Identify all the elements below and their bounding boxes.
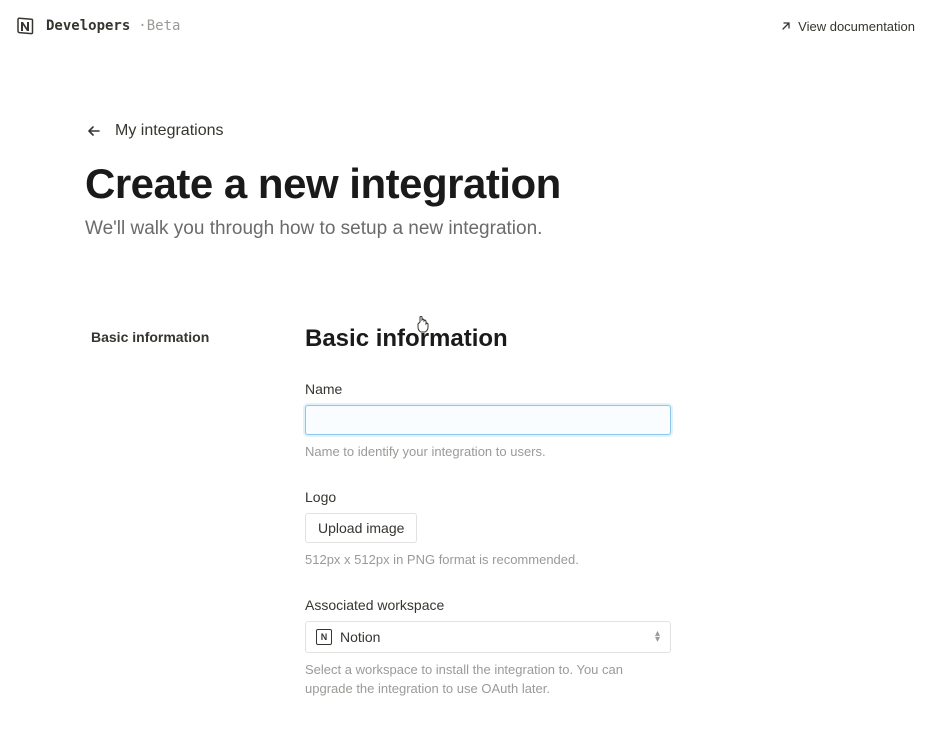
name-field-group: Name Name to identify your integration t…: [305, 381, 705, 461]
arrow-left-icon: [85, 122, 103, 140]
back-link[interactable]: My integrations: [85, 122, 844, 140]
name-help: Name to identify your integration to use…: [305, 443, 665, 461]
view-documentation-link[interactable]: View documentation: [780, 19, 915, 34]
name-input[interactable]: [305, 405, 671, 435]
view-docs-label: View documentation: [798, 19, 915, 34]
top-header: Developers ·Beta View documentation: [0, 0, 929, 52]
developers-label: Developers: [46, 18, 130, 34]
notion-logo-icon: [14, 14, 38, 38]
external-link-icon: [780, 20, 792, 32]
page-subtitle: We'll walk you through how to setup a ne…: [85, 218, 844, 240]
back-link-label: My integrations: [115, 122, 224, 140]
notion-workspace-icon: N: [316, 629, 332, 645]
upload-image-button[interactable]: Upload image: [305, 513, 417, 543]
section-title: Basic information: [305, 325, 705, 353]
logo-field-group: Logo Upload image 512px x 512px in PNG f…: [305, 489, 705, 569]
workspace-label: Associated workspace: [305, 597, 705, 613]
sidebar: Basic information: [85, 325, 285, 726]
content-area: Basic information Basic information Name…: [85, 325, 844, 726]
page-title: Create a new integration: [85, 160, 844, 208]
logo-label: Logo: [305, 489, 705, 505]
workspace-help: Select a workspace to install the integr…: [305, 661, 665, 697]
workspace-dropdown[interactable]: N Notion ▴▾: [305, 621, 671, 653]
logo-help: 512px x 512px in PNG format is recommend…: [305, 551, 665, 569]
chevron-sort-icon: ▴▾: [655, 631, 660, 643]
workspace-selected: Notion: [340, 629, 380, 645]
sidebar-item-basic-information[interactable]: Basic information: [85, 325, 285, 349]
workspace-field-group: Associated workspace N Notion ▴▾ Select …: [305, 597, 705, 697]
name-label: Name: [305, 381, 705, 397]
form: Basic information Name Name to identify …: [305, 325, 705, 726]
header-left: Developers ·Beta: [14, 14, 180, 38]
beta-label: ·Beta: [138, 18, 180, 34]
page-container: My integrations Create a new integration…: [0, 122, 929, 726]
